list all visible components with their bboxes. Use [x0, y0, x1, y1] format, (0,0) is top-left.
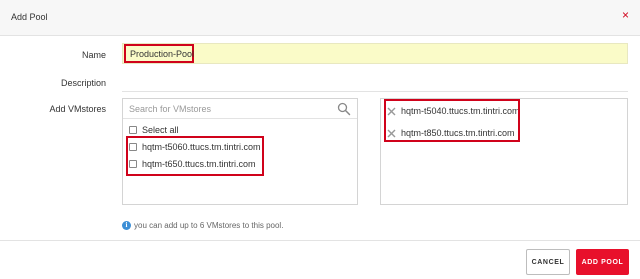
info-icon: i [122, 220, 131, 230]
dialog-header: Add Pool × [0, 0, 640, 36]
name-label: Name [81, 50, 106, 60]
vmstore-label: hqtm-t5060.ttucs.tm.tintri.com [142, 142, 261, 152]
description-field[interactable] [122, 70, 628, 92]
close-icon[interactable]: × [622, 9, 629, 21]
add-pool-button[interactable]: ADD POOL [576, 249, 629, 275]
remove-icon[interactable] [387, 129, 396, 138]
add-pool-dialog: Add Pool × Name Production-Pool Descript… [0, 0, 640, 279]
selected-item: hqtm-t850.ttucs.tm.tintri.com [387, 127, 515, 139]
available-vmstores-list: Select all hqtm-t5060.ttucs.tm.tintri.co… [122, 98, 358, 205]
vmstores-label: Add VMstores [49, 104, 106, 114]
search-row [123, 99, 357, 119]
select-all-checkbox[interactable] [129, 126, 137, 134]
selected-vmstores-list: hqtm-t5040.ttucs.tm.tintri.com hqtm-t850… [380, 98, 628, 205]
vmstore-checkbox[interactable] [129, 143, 137, 151]
info-note: i you can add up to 6 VMstores to this p… [122, 219, 283, 231]
select-all-label: Select all [142, 125, 179, 135]
list-item[interactable]: hqtm-t5060.ttucs.tm.tintri.com [129, 141, 261, 153]
list-item[interactable]: hqtm-t650.ttucs.tm.tintri.com [129, 158, 256, 170]
dialog-title: Add Pool [11, 12, 48, 22]
info-text: you can add up to 6 VMstores to this poo… [134, 220, 284, 230]
vmstore-search-input[interactable] [129, 102, 329, 116]
select-all-row[interactable]: Select all [129, 124, 179, 136]
name-field[interactable] [122, 43, 628, 64]
name-field-value[interactable]: Production-Pool [124, 44, 194, 63]
selected-item: hqtm-t5040.ttucs.tm.tintri.com [387, 105, 520, 117]
cancel-button[interactable]: CANCEL [526, 249, 570, 275]
vmstore-checkbox[interactable] [129, 160, 137, 168]
remove-icon[interactable] [387, 107, 396, 116]
dialog-footer: CANCEL ADD POOL [0, 240, 640, 279]
search-icon[interactable] [337, 102, 351, 116]
selected-vmstore-label: hqtm-t850.ttucs.tm.tintri.com [401, 128, 515, 138]
description-label: Description [60, 78, 106, 88]
selected-vmstore-label: hqtm-t5040.ttucs.tm.tintri.com [401, 106, 520, 116]
vmstore-label: hqtm-t650.ttucs.tm.tintri.com [142, 159, 256, 169]
